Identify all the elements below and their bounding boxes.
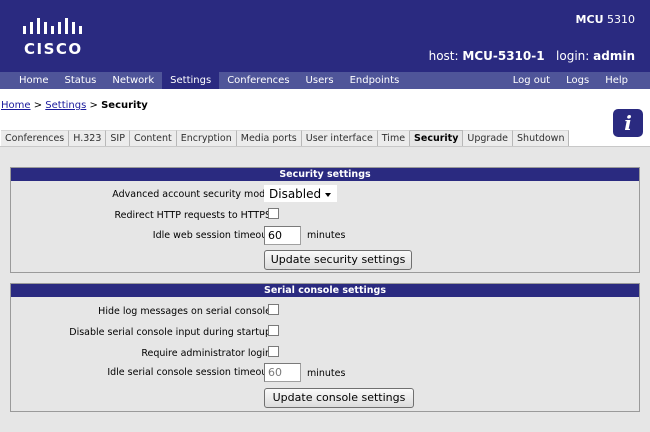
disable-input-checkbox[interactable] (268, 325, 279, 336)
tab-content[interactable]: Content (129, 130, 177, 147)
nav-users[interactable]: Users (298, 72, 342, 89)
content-area: Security settings Advanced account secur… (0, 147, 650, 432)
update-security-settings-button[interactable]: Update security settings (264, 250, 412, 270)
tab-conferences[interactable]: Conferences (1, 130, 70, 147)
tab-sip[interactable]: SIP (106, 130, 130, 147)
breadcrumb-current: Security (101, 100, 148, 111)
tab-upgrade[interactable]: Upgrade (463, 130, 514, 147)
tab-media-ports[interactable]: Media ports (236, 130, 302, 147)
nav-conferences[interactable]: Conferences (219, 72, 297, 89)
redirect-label: Redirect HTTP requests to HTTPS (114, 210, 271, 221)
login-label: login: (556, 49, 590, 63)
tab-time[interactable]: Time (377, 130, 411, 147)
serial-console-panel: Serial console settings Hide log message… (10, 283, 640, 412)
serial-console-title: Serial console settings (11, 284, 639, 297)
chevron-down-icon (325, 193, 331, 197)
console-timeout-input[interactable]: 60 (264, 363, 301, 382)
info-icon: i (624, 111, 632, 135)
redirect-row: Redirect HTTP requests to HTTPS (11, 206, 641, 226)
account-mode-row: Advanced account security mode Disabled (11, 185, 641, 205)
redirect-checkbox[interactable] (268, 208, 279, 219)
tab-user-interface[interactable]: User interface (301, 130, 378, 147)
account-mode-value: Disabled (269, 187, 322, 201)
tab-shutdown[interactable]: Shutdown (513, 130, 570, 147)
require-login-checkbox[interactable] (268, 346, 279, 357)
hide-log-row: Hide log messages on serial console (11, 302, 641, 322)
cisco-logo: CISCO (20, 18, 100, 58)
disable-input-label: Disable serial console input during star… (69, 327, 271, 338)
host-value: MCU-5310-1 (462, 49, 545, 63)
tab-encryption[interactable]: Encryption (176, 130, 237, 147)
top-header: CISCO MCU 5310 host: MCU-5310-1 login: a… (0, 0, 650, 72)
info-button[interactable]: i (613, 109, 643, 137)
nav-endpoints[interactable]: Endpoints (342, 72, 408, 89)
console-timeout-label: Idle serial console session timeout (107, 367, 271, 378)
nav-help[interactable]: Help (597, 72, 636, 89)
security-settings-title: Security settings (11, 168, 639, 181)
settings-tabs: Conferences H.323 SIP Content Encryption… (1, 130, 570, 147)
host-login-line: host: MCU-5310-1 login: admin (429, 49, 635, 63)
update-console-settings-button[interactable]: Update console settings (264, 388, 414, 408)
product-name: MCU 5310 (576, 13, 635, 26)
disable-input-row: Disable serial console input during star… (11, 323, 641, 343)
nav-network[interactable]: Network (104, 72, 162, 89)
hide-log-checkbox[interactable] (268, 304, 279, 315)
host-label: host: (428, 49, 459, 63)
security-settings-panel: Security settings Advanced account secur… (10, 167, 640, 273)
breadcrumb: Home > Settings > Security (1, 100, 148, 111)
nav-home[interactable]: Home (11, 72, 57, 89)
nav-logout[interactable]: Log out (505, 72, 558, 89)
console-timeout-row: Idle serial console session timeout 60 m… (11, 363, 641, 383)
breadcrumb-separator: > (33, 100, 43, 111)
tab-security[interactable]: Security (410, 130, 464, 147)
require-login-label: Require administrator login (141, 348, 271, 359)
login-value: admin (593, 49, 635, 63)
hide-log-label: Hide log messages on serial console (98, 306, 271, 317)
product-prefix: MCU (575, 13, 604, 26)
web-timeout-row: Idle web session timeout 60 minutes (11, 226, 641, 246)
breadcrumb-home[interactable]: Home (1, 100, 31, 111)
nav-status[interactable]: Status (57, 72, 105, 89)
main-nav: Home Status Network Settings Conferences… (0, 72, 650, 89)
logo-text: CISCO (24, 40, 83, 58)
require-login-row: Require administrator login (11, 344, 641, 364)
web-timeout-label: Idle web session timeout (152, 230, 271, 241)
web-timeout-input[interactable]: 60 (264, 226, 301, 245)
account-mode-select[interactable]: Disabled (264, 185, 337, 202)
nav-logs[interactable]: Logs (558, 72, 597, 89)
tab-h323[interactable]: H.323 (69, 130, 107, 147)
breadcrumb-settings[interactable]: Settings (45, 100, 86, 111)
nav-settings[interactable]: Settings (162, 72, 220, 89)
web-timeout-unit: minutes (307, 230, 346, 241)
account-mode-label: Advanced account security mode (112, 189, 271, 200)
console-timeout-unit: minutes (307, 368, 346, 379)
breadcrumb-separator: > (89, 100, 98, 111)
product-model: 5310 (607, 13, 635, 26)
